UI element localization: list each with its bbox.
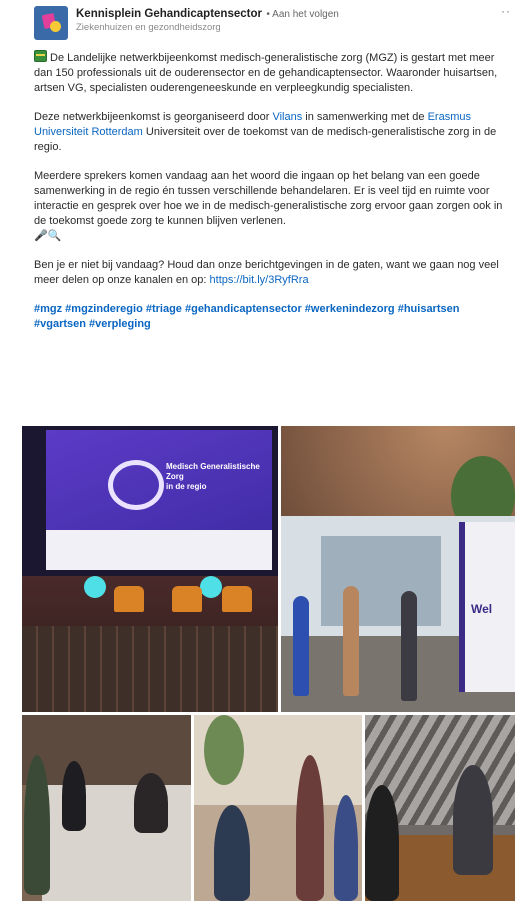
author-name[interactable]: Kennisplein Gehandicaptensector xyxy=(76,8,262,20)
paragraph-3-text: Meerdere sprekers komen vandaag aan het … xyxy=(34,170,503,227)
paragraph-2-text: in samenwerking met de xyxy=(302,111,428,123)
person xyxy=(343,586,359,696)
author-meta: Kennisplein Gehandicaptensector • Aan he… xyxy=(76,6,339,34)
photo-conversation[interactable] xyxy=(365,715,515,901)
person xyxy=(214,805,250,901)
screen-footer xyxy=(46,530,272,570)
person xyxy=(334,795,358,901)
stage-chair xyxy=(222,586,252,612)
person xyxy=(293,596,309,696)
photo-lounge[interactable] xyxy=(194,715,362,901)
person xyxy=(62,761,86,831)
person xyxy=(453,765,493,875)
photo-grid: Medisch Generalistische Zorg in de regio … xyxy=(22,426,515,901)
paragraph-4: Ben je er niet bij vandaag? Houd dan onz… xyxy=(34,258,508,288)
person xyxy=(365,785,399,901)
follow-status: • Aan het volgen xyxy=(266,9,339,20)
plant xyxy=(204,715,244,785)
stage-chair xyxy=(172,586,202,612)
chart-emoji-icon xyxy=(34,50,47,62)
person xyxy=(134,773,168,833)
photo-entrance[interactable]: Wel xyxy=(281,426,515,712)
person xyxy=(401,591,417,701)
bitly-link[interactable]: https://bit.ly/3RyfRra xyxy=(210,274,309,286)
photo-registration-desk[interactable] xyxy=(22,715,191,901)
welcome-banner: Wel xyxy=(459,522,515,692)
wall xyxy=(22,715,191,785)
paragraph-2: Deze netwerkbijeenkomst is georganiseerd… xyxy=(34,110,508,155)
vilans-link[interactable]: Vilans xyxy=(272,111,302,123)
heart-hands-logo xyxy=(108,460,164,510)
entrance-glass xyxy=(321,536,441,626)
microphone-magnifier-emoji: 🎤🔍 xyxy=(34,230,62,242)
paragraph-1: De Landelijke netwerkbijeenkomst medisch… xyxy=(34,50,508,96)
person xyxy=(24,755,50,895)
hashtags[interactable]: #mgz #mgzinderegio #triage #gehandicapte… xyxy=(34,302,508,332)
more-options-icon[interactable]: ·· xyxy=(501,4,511,18)
stage-chair xyxy=(114,586,144,612)
author-subtitle: Ziekenhuizen en gezondheidszorg xyxy=(76,22,221,33)
person xyxy=(296,755,324,901)
paragraph-1-text: De Landelijke netwerkbijeenkomst medisch… xyxy=(34,52,498,94)
post-text: De Landelijke netwerkbijeenkomst medisch… xyxy=(34,50,508,346)
audience-seats xyxy=(22,626,278,712)
logo-shape xyxy=(50,21,61,32)
slide-title: Medisch Generalistische Zorg in de regio xyxy=(166,462,260,491)
company-logo[interactable] xyxy=(34,6,68,40)
post-card: Kennisplein Gehandicaptensector • Aan he… xyxy=(20,0,515,901)
stage-light xyxy=(200,576,222,598)
post-header: Kennisplein Gehandicaptensector • Aan he… xyxy=(34,6,339,40)
stage-light xyxy=(84,576,106,598)
paragraph-2-text: Deze netwerkbijeenkomst is georganiseerd… xyxy=(34,111,273,123)
photo-stage[interactable]: Medisch Generalistische Zorg in de regio xyxy=(22,426,278,712)
paragraph-3: Meerdere sprekers komen vandaag aan het … xyxy=(34,169,508,244)
